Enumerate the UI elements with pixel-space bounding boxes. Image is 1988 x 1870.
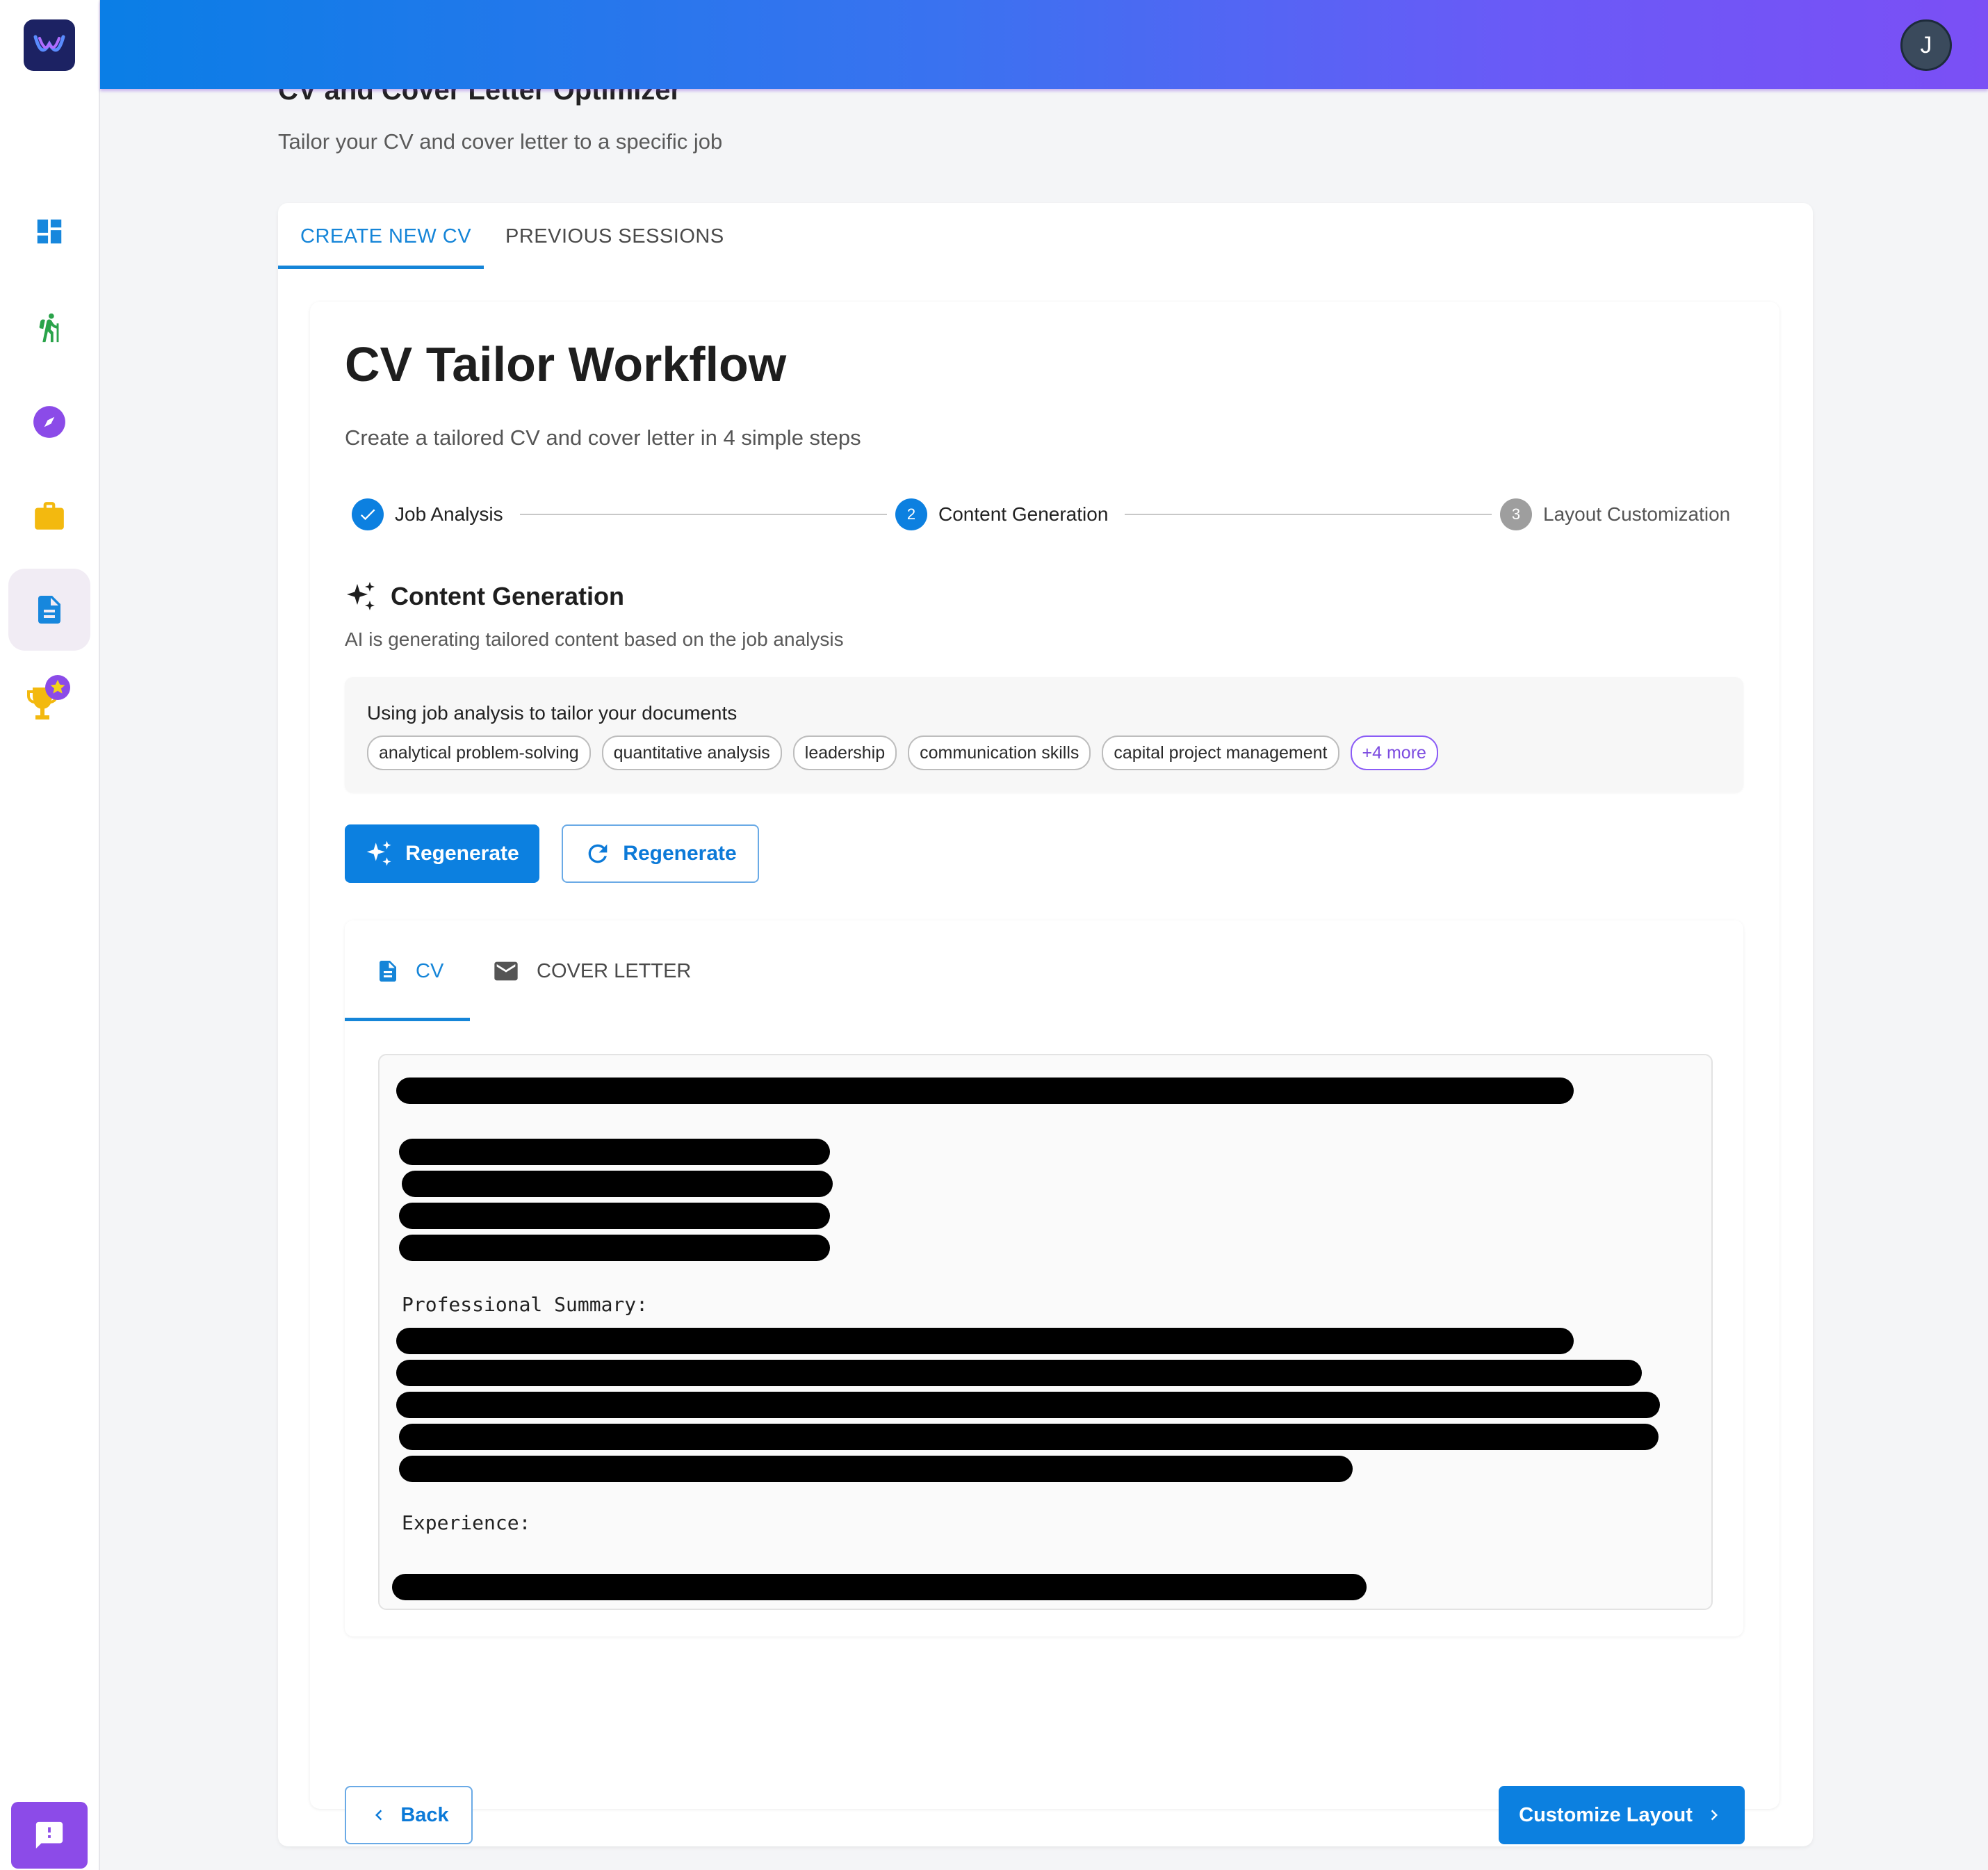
workflow-description: Create a tailored CV and cover letter in… — [345, 425, 861, 450]
section-description: AI is generating tailored content based … — [345, 628, 844, 650]
customize-layout-button[interactable]: Customize Layout — [1499, 1786, 1745, 1844]
sidebar — [0, 0, 100, 1870]
tab-label: CV — [416, 959, 444, 982]
step-job-analysis: Job Analysis — [352, 498, 503, 531]
trophy-icon — [27, 675, 70, 719]
redacted-text — [399, 1456, 1353, 1482]
sidebar-item-cv-optimizer[interactable] — [8, 569, 90, 651]
more-keywords-chip[interactable]: +4 more — [1350, 735, 1438, 770]
step-number: 3 — [1500, 498, 1532, 530]
step-layout-customization: 3 Layout Customization — [1500, 498, 1730, 531]
tab-previous-sessions[interactable]: PREVIOUS SESSIONS — [505, 203, 724, 270]
feedback-icon — [35, 1821, 63, 1849]
app-logo[interactable] — [24, 19, 75, 71]
keyword-chip: quantitative analysis — [601, 735, 782, 770]
section-heading: Experience: — [402, 1511, 531, 1534]
refresh-icon — [588, 844, 608, 863]
back-button[interactable]: Back — [345, 1786, 473, 1844]
logo-icon — [33, 35, 65, 52]
compass-icon — [33, 406, 65, 438]
cv-content-area[interactable]: Professional Summary: Experience: — [378, 1054, 1713, 1610]
sidebar-item-dashboard[interactable] — [15, 197, 83, 266]
analysis-label: Using job analysis to tailor your docume… — [367, 702, 738, 724]
workflow-card: CV Tailor Workflow Create a tailored CV … — [310, 302, 1779, 1844]
section-title: Content Generation — [345, 580, 624, 613]
job-analysis-summary: Using job analysis to tailor your docume… — [345, 677, 1743, 792]
check-icon — [352, 498, 384, 530]
chevron-left-icon — [375, 1810, 382, 1821]
chevron-right-icon — [1711, 1810, 1718, 1821]
document-icon — [38, 596, 60, 624]
keyword-chip: leadership — [792, 735, 897, 770]
redacted-text — [396, 1078, 1574, 1104]
sparkle-icon — [347, 582, 375, 610]
document-icon — [380, 961, 396, 982]
user-avatar[interactable]: J — [1900, 19, 1952, 71]
tab-indicator — [278, 266, 484, 269]
button-label: Customize Layout — [1519, 1803, 1693, 1826]
section-heading: Professional Summary: — [402, 1293, 649, 1316]
button-label: Regenerate — [623, 842, 737, 865]
redacted-text — [396, 1360, 1642, 1386]
button-label: Regenerate — [405, 842, 519, 865]
redacted-text — [396, 1392, 1660, 1418]
step-label: Job Analysis — [395, 503, 503, 525]
step-label: Layout Customization — [1543, 503, 1731, 525]
redacted-text — [399, 1139, 830, 1165]
redacted-text — [399, 1235, 830, 1261]
keyword-chip: communication skills — [908, 735, 1091, 770]
workflow-title: CV Tailor Workflow — [345, 337, 787, 391]
step-content-generation: 2 Content Generation — [895, 498, 1108, 531]
mail-icon — [494, 961, 518, 981]
regenerate-button[interactable]: Regenerate — [562, 824, 759, 883]
hiking-icon — [39, 313, 59, 343]
tab-indicator — [345, 1018, 470, 1021]
dashboard-icon — [37, 219, 62, 244]
briefcase-icon — [35, 502, 64, 530]
tab-cover-letter[interactable]: COVER LETTER — [491, 920, 691, 1022]
tab-label: COVER LETTER — [537, 959, 692, 982]
step-connector — [520, 514, 887, 515]
keyword-chip: analytical problem-solving — [367, 735, 591, 770]
sidebar-item-hiking[interactable] — [15, 293, 83, 361]
top-header: J — [100, 0, 1988, 89]
redacted-text — [399, 1203, 830, 1229]
main-card: CREATE NEW CV PREVIOUS SESSIONS CV Tailo… — [278, 203, 1813, 1846]
regenerate-ai-button[interactable]: Regenerate — [345, 824, 539, 883]
section-title-text: Content Generation — [391, 582, 625, 610]
sidebar-item-jobs[interactable] — [15, 482, 83, 551]
step-label: Content Generation — [938, 503, 1109, 525]
tab-cv[interactable]: CV — [375, 920, 443, 1022]
step-number: 2 — [895, 498, 927, 530]
document-preview-card: CV COVER LETTER Professional Summary: Ex… — [345, 920, 1743, 1636]
step-connector — [1125, 514, 1492, 515]
tab-create-new-cv[interactable]: CREATE NEW CV — [300, 203, 471, 270]
redacted-text — [399, 1424, 1659, 1450]
button-label: Back — [400, 1803, 449, 1826]
keyword-chips: analytical problem-solving quantitative … — [367, 735, 1438, 770]
page-subtitle: Tailor your CV and cover letter to a spe… — [278, 129, 723, 154]
redacted-text — [402, 1171, 833, 1197]
feedback-button[interactable] — [11, 1802, 88, 1869]
keyword-chip: capital project management — [1102, 735, 1339, 770]
sidebar-item-achievements[interactable] — [15, 667, 83, 735]
sparkle-icon — [366, 840, 391, 866]
redacted-text — [392, 1574, 1367, 1600]
sidebar-item-explore[interactable] — [15, 388, 83, 456]
redacted-text — [396, 1328, 1574, 1354]
